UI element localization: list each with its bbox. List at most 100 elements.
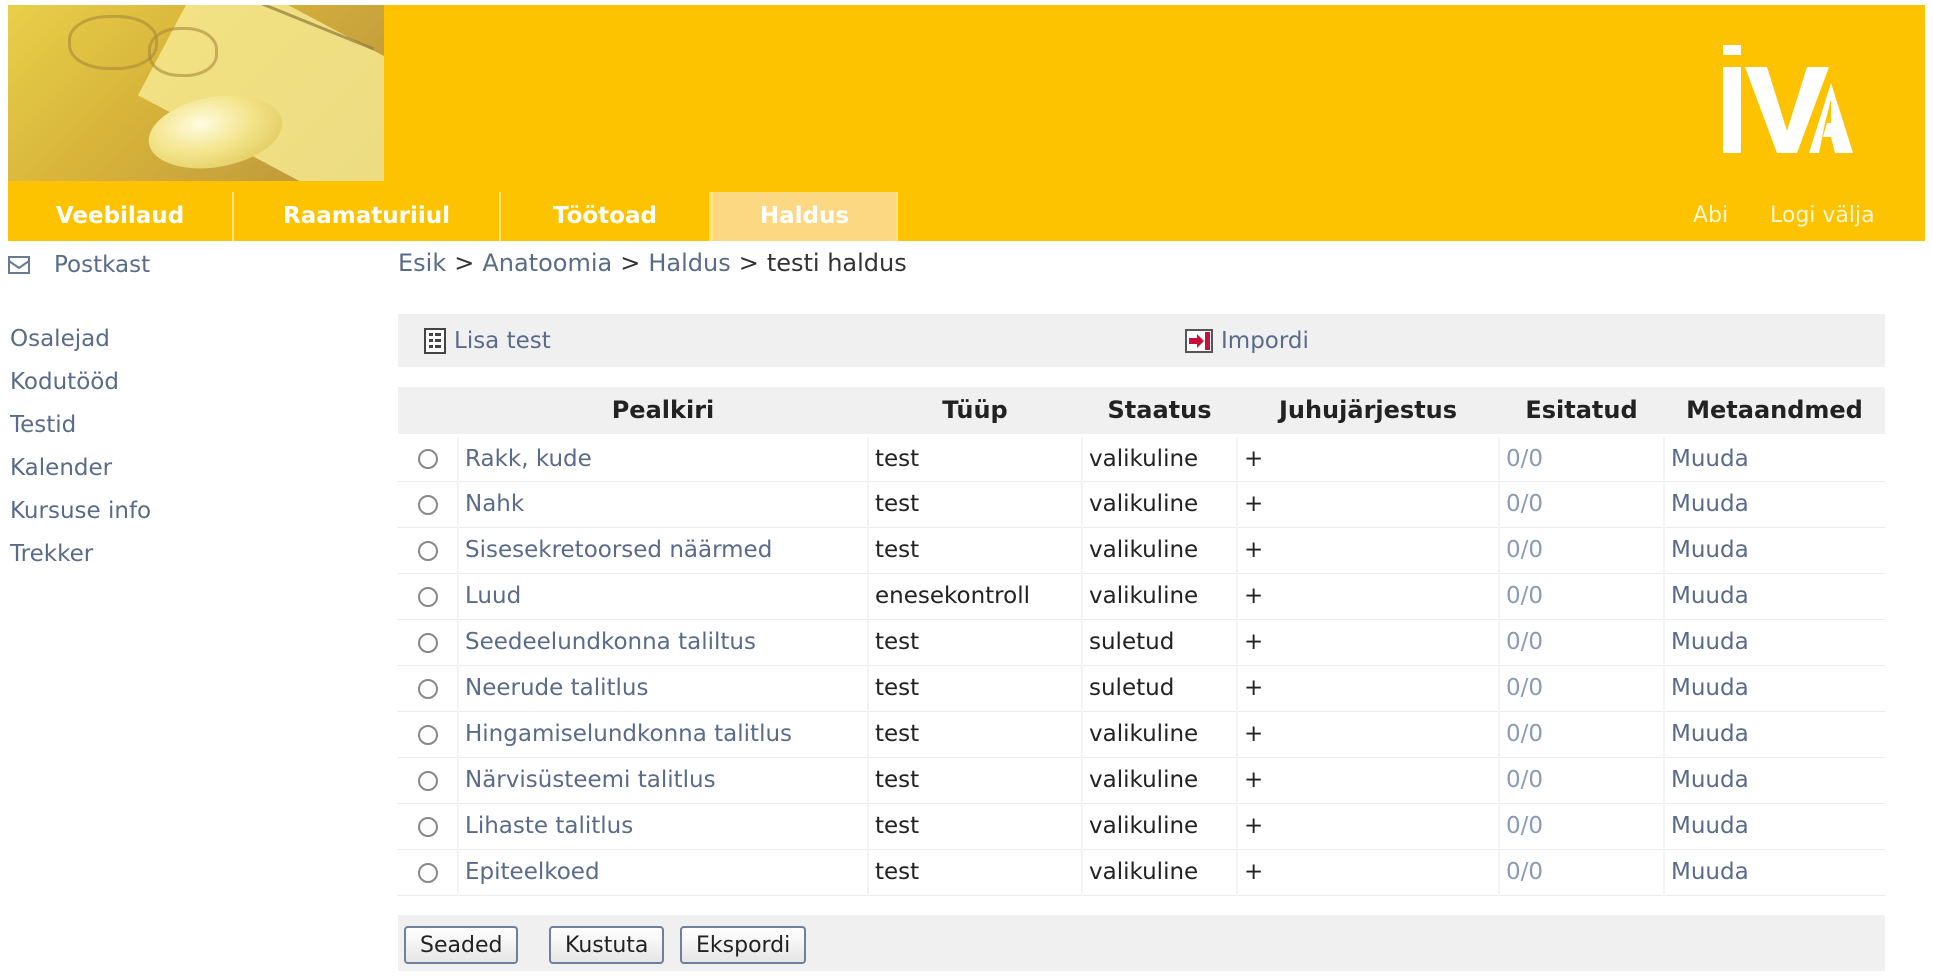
submitted-link[interactable]: 0/0 [1498,527,1664,574]
edit-metadata-link[interactable]: Muuda [1663,849,1885,896]
export-button[interactable]: Ekspordi [680,926,807,964]
breadcrumb-separator: > [454,249,475,277]
test-title-link[interactable]: Närvisüsteemi talitlus [457,757,868,804]
row-select-radio[interactable] [398,757,458,804]
sidebar-nav: Osalejad Kodutööd Testid Kalender Kursus… [10,318,151,576]
radio-button[interactable] [417,816,438,837]
settings-button[interactable]: Seaded [404,926,519,964]
help-link[interactable]: Abi [1693,192,1728,241]
test-title-link[interactable]: Luud [457,573,868,620]
header-esitatud: Esitatud [1499,387,1664,437]
radio-button[interactable] [417,449,438,469]
row-select-radio[interactable] [398,711,458,758]
radio-button[interactable] [417,770,438,791]
sidebar-item-testid[interactable]: Testid [10,404,151,447]
submitted-link[interactable]: 0/0 [1498,435,1664,482]
edit-metadata-link[interactable]: Muuda [1663,481,1885,528]
tab-haldus[interactable]: Haldus [711,192,898,241]
table-row: Nahk test valikuline +0/0 Muuda [398,481,1885,528]
test-title-link[interactable]: Epiteelkoed [457,849,868,896]
breadcrumb-anatoomia[interactable]: Anatoomia [482,249,612,277]
table-row: Sisesekretoorsed näärmed test valikuline +0… [398,527,1885,574]
breadcrumb-haldus[interactable]: Haldus [648,249,730,277]
table-row: Seedeelundkonna taliltus test suletud +0/0 M… [398,619,1885,666]
test-title-link[interactable]: Seedeelundkonna taliltus [457,619,868,666]
test-type: test [867,619,1082,666]
test-title-link[interactable]: Rakk, kude [457,435,868,482]
sidebar-item-osalejad[interactable]: Osalejad [10,318,151,361]
tab-raamaturiiul[interactable]: Raamaturiiul [234,192,501,241]
edit-metadata-link[interactable]: Muuda [1663,527,1885,574]
edit-metadata-link[interactable]: Muuda [1663,665,1885,712]
tab-veebilaud[interactable]: Veebilaud [8,192,234,241]
sidebar-item-kalender[interactable]: Kalender [10,447,151,490]
test-status: valikuline [1081,803,1237,850]
test-status: suletud [1081,665,1237,712]
test-random-order: + [1236,527,1499,574]
iva-logo [1723,45,1853,153]
radio-button[interactable] [417,862,438,883]
envelope-icon [8,256,30,274]
table-row: Närvisüsteemi talitlus test valikuline +0/0… [398,757,1885,804]
sidebar-item-kursuse-info[interactable]: Kursuse info [10,490,151,533]
test-title-link[interactable]: Neerude talitlus [457,665,868,712]
submitted-link[interactable]: 0/0 [1498,481,1664,528]
edit-metadata-link[interactable]: Muuda [1663,757,1885,804]
test-random-order: + [1236,619,1499,666]
radio-button[interactable] [417,540,438,561]
row-select-radio[interactable] [398,619,458,666]
radio-button[interactable] [417,724,438,745]
test-status: valikuline [1081,435,1237,482]
submitted-link[interactable]: 0/0 [1498,665,1664,712]
edit-metadata-link[interactable]: Muuda [1663,435,1885,482]
row-select-radio[interactable] [398,435,458,482]
test-title-link[interactable]: Hingamiselundkonna talitlus [457,711,868,758]
submitted-link[interactable]: 0/0 [1498,803,1664,850]
row-select-radio[interactable] [398,803,458,850]
add-test-button[interactable]: Lisa test [424,314,551,367]
action-bar: Lisa test Impordi [398,314,1885,367]
edit-metadata-link[interactable]: Muuda [1663,803,1885,850]
test-title-link[interactable]: Nahk [457,481,868,528]
row-select-radio[interactable] [398,849,458,896]
submitted-link[interactable]: 0/0 [1498,849,1664,896]
table-row: Rakk, kude test valikuline +0/0 Muuda [398,435,1885,482]
add-test-label: Lisa test [454,327,551,354]
logout-link[interactable]: Logi välja [1770,192,1875,241]
row-select-radio[interactable] [398,481,458,528]
row-select-radio[interactable] [398,665,458,712]
submitted-link[interactable]: 0/0 [1498,619,1664,666]
submitted-link[interactable]: 0/0 [1498,711,1664,758]
test-status: valikuline [1081,849,1237,896]
radio-button[interactable] [417,632,438,653]
header-staatus: Staatus [1082,387,1237,437]
breadcrumb-esik[interactable]: Esik [398,249,446,277]
test-random-order: + [1236,803,1499,850]
edit-metadata-link[interactable]: Muuda [1663,573,1885,620]
import-arrow-icon [1185,328,1213,353]
radio-button[interactable] [417,586,438,607]
test-title-link[interactable]: Lihaste talitlus [457,803,868,850]
table-row: Neerude talitlus test suletud +0/0 Muuda [398,665,1885,712]
bottom-bar: Seaded Kustuta Ekspordi [398,915,1885,971]
radio-button[interactable] [417,494,438,515]
tab-tootoad[interactable]: Töötoad [501,192,711,241]
submitted-link[interactable]: 0/0 [1498,573,1664,620]
test-type: test [867,527,1082,574]
edit-metadata-link[interactable]: Muuda [1663,711,1885,758]
row-select-radio[interactable] [398,573,458,620]
test-doc-icon [424,327,446,354]
postkast-link[interactable]: Postkast [8,250,150,280]
sidebar-item-kodutood[interactable]: Kodutööd [10,361,151,404]
delete-button[interactable]: Kustuta [549,926,665,964]
edit-metadata-link[interactable]: Muuda [1663,619,1885,666]
row-select-radio[interactable] [398,527,458,574]
import-button[interactable]: Impordi [1185,314,1309,367]
test-status: suletud [1081,619,1237,666]
test-title-link[interactable]: Sisesekretoorsed näärmed [457,527,868,574]
test-type: test [867,665,1082,712]
submitted-link[interactable]: 0/0 [1498,757,1664,804]
main-nav: Veebilaud Raamaturiiul Töötoad Haldus Ab… [8,192,1925,241]
radio-button[interactable] [417,678,438,699]
sidebar-item-trekker[interactable]: Trekker [10,533,151,576]
